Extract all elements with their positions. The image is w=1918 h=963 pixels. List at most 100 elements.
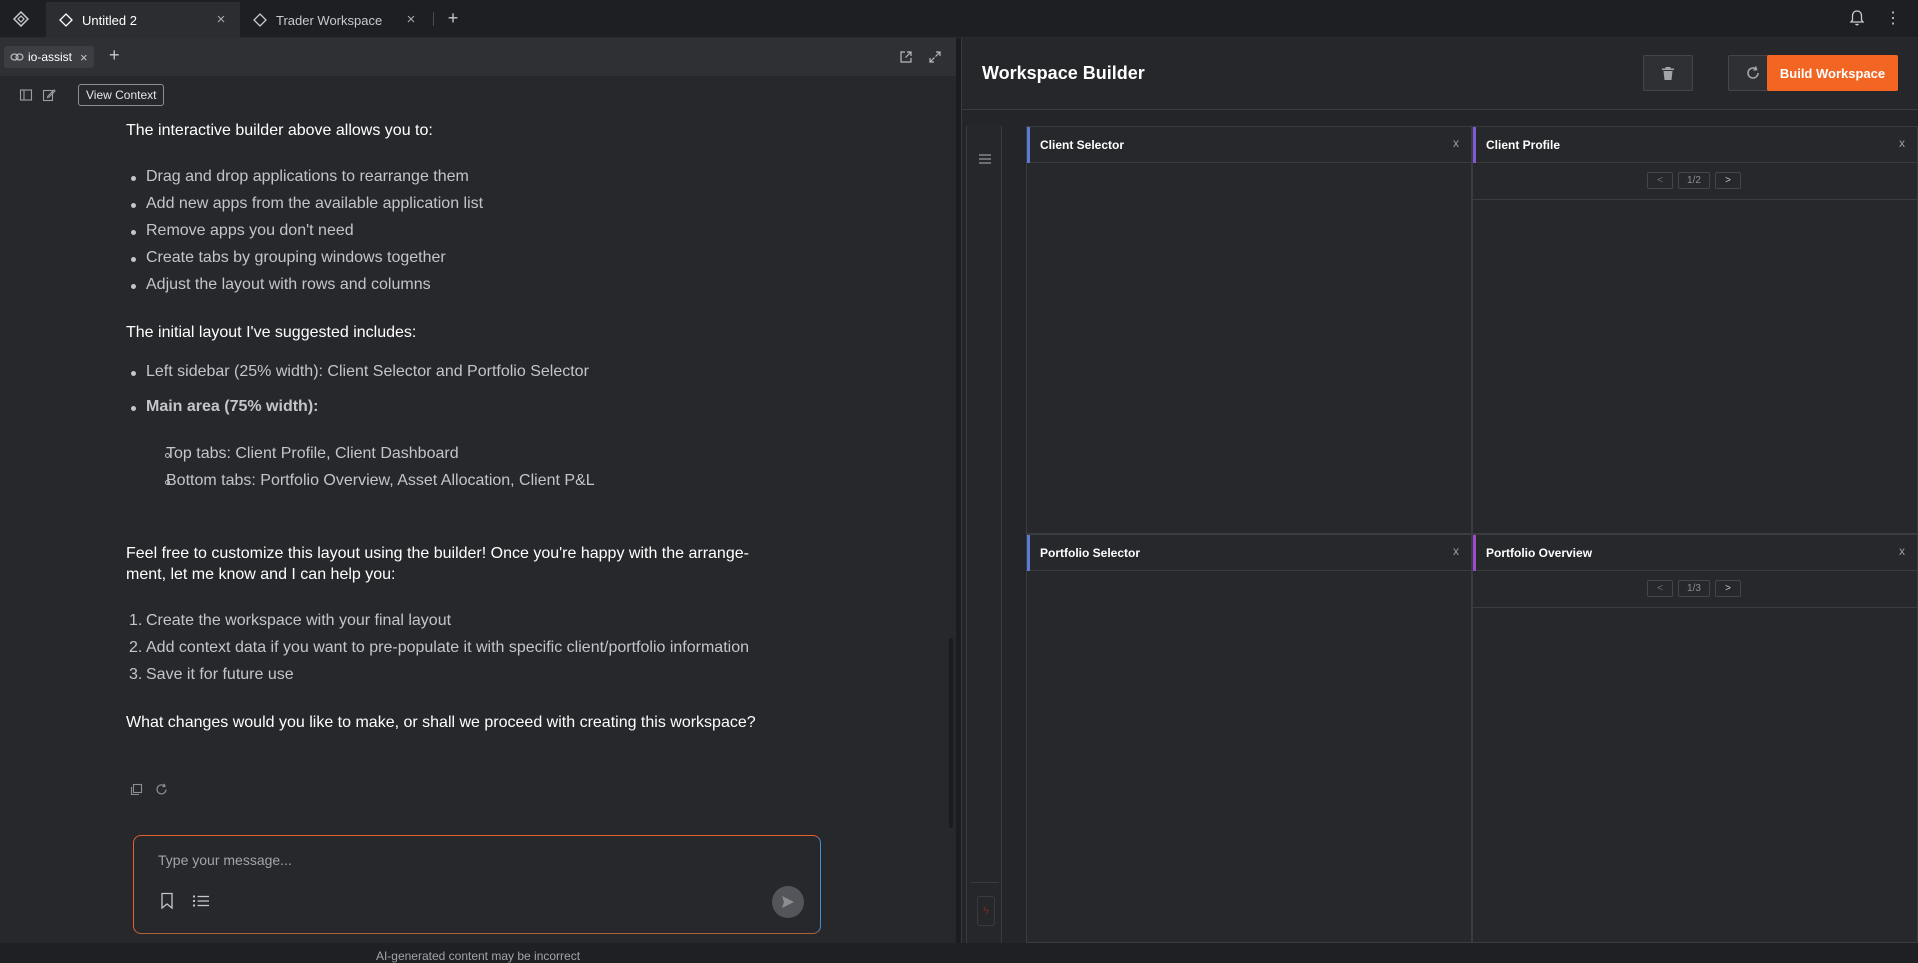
edit-icon[interactable] — [42, 88, 56, 102]
pager-next-button[interactable]: > — [1715, 172, 1741, 189]
window-title: Portfolio Selector — [1040, 546, 1141, 560]
pager-prev-button[interactable]: < — [1647, 172, 1673, 189]
window-client-profile[interactable]: Client Profile x < 1/2 > — [1472, 126, 1918, 534]
workspace-icon — [252, 12, 268, 28]
list-item: Top tabs: Client Profile, Client Dashboa… — [166, 445, 459, 462]
message-intro: The interactive builder above allows you… — [126, 122, 433, 139]
bell-icon[interactable] — [1848, 9, 1868, 29]
customize-line-1: Feel free to customize this layout using… — [126, 545, 749, 562]
window-accent — [1473, 535, 1476, 571]
menu-icon[interactable] — [978, 152, 992, 164]
send-icon — [782, 896, 794, 908]
window-accent — [1027, 535, 1030, 571]
close-window-button[interactable]: x — [1899, 136, 1905, 150]
app-logo-icon[interactable] — [10, 10, 32, 28]
window-title: Portfolio Overview — [1486, 546, 1593, 560]
bullet — [131, 176, 136, 181]
window-header[interactable]: Portfolio Overview x — [1473, 535, 1917, 571]
send-button[interactable] — [772, 886, 804, 918]
message-composer: Type your message... — [133, 835, 821, 934]
build-workspace-button[interactable]: Build Workspace — [1767, 55, 1898, 91]
list-item: Remove apps you don't need — [146, 222, 354, 239]
window-header[interactable]: Client Profile x — [1473, 127, 1917, 163]
tab-trader-workspace[interactable]: Trader Workspace × — [240, 2, 430, 38]
bullet — [131, 257, 136, 262]
closing-question: What changes would you like to make, or … — [126, 714, 756, 731]
add-assistant-button[interactable]: + — [109, 45, 120, 66]
chat-panel: io-assist × + View Context The interacti… — [0, 38, 956, 963]
bullet — [131, 284, 136, 289]
assistant-chip-label: io-assist — [28, 50, 73, 64]
close-window-button[interactable]: x — [1453, 544, 1459, 558]
scrollbar[interactable] — [949, 638, 953, 828]
tab-untitled-2[interactable]: Untitled 2 × — [46, 2, 240, 38]
workspace-builder-panel: Workspace Builder Build Workspace ϟ Clie… — [961, 38, 1918, 943]
bullet — [131, 230, 136, 235]
list-item: Left sidebar (25% width): Client Selecto… — [146, 363, 589, 380]
view-context-button[interactable]: View Context — [78, 84, 165, 106]
list-item: Drag and drop applications to rearrange … — [146, 168, 469, 185]
window-accent — [1027, 127, 1030, 163]
tab-label: Trader Workspace — [276, 12, 383, 28]
lightning-icon[interactable]: ϟ — [977, 896, 995, 926]
window-header[interactable]: Client Selector x — [1027, 127, 1471, 163]
layout-intro: The initial layout I've suggested includ… — [126, 324, 417, 341]
pager-label: 1/2 — [1678, 172, 1710, 189]
trash-icon — [1662, 67, 1674, 80]
close-window-button[interactable]: x — [1453, 136, 1459, 150]
bullet — [131, 203, 136, 208]
new-tab-button[interactable]: + — [443, 8, 463, 30]
window-portfolio-overview[interactable]: Portfolio Overview x < 1/3 > — [1472, 534, 1918, 943]
list-item: Create the workspace with your final lay… — [146, 612, 452, 629]
popout-icon[interactable] — [899, 50, 913, 64]
list-number: 3. — [129, 666, 143, 683]
tab-divider — [433, 12, 434, 26]
ai-disclaimer: AI-generated content may be incorrect — [375, 949, 581, 963]
window-client-selector[interactable]: Client Selector x — [1026, 126, 1472, 534]
list-number: 2. — [129, 639, 143, 656]
window-header[interactable]: Portfolio Selector x — [1027, 535, 1471, 571]
expand-icon[interactable] — [928, 50, 942, 64]
list-item: Add context data if you want to pre-popu… — [146, 639, 749, 656]
link-icon — [10, 51, 24, 63]
bullet — [131, 406, 136, 411]
builder-sidebar: ϟ — [966, 126, 1002, 943]
customize-line-2: ment, let me know and I can help you: — [126, 566, 396, 583]
sidebar-toggle-icon[interactable] — [19, 88, 33, 102]
list-item: Adjust the layout with rows and columns — [146, 276, 431, 293]
chat-toolbar: View Context — [0, 84, 956, 106]
window-portfolio-selector[interactable]: Portfolio Selector x — [1026, 534, 1472, 943]
bullet — [131, 371, 136, 376]
list-icon[interactable] — [192, 894, 210, 908]
copy-icon[interactable] — [130, 783, 143, 796]
list-item: Save it for future use — [146, 666, 294, 683]
delete-button[interactable] — [1643, 55, 1693, 91]
list-item: Bottom tabs: Portfolio Overview, Asset A… — [166, 472, 595, 489]
tab-pager: < 1/2 > — [1473, 163, 1917, 200]
assistant-chip[interactable]: io-assist × — [4, 46, 94, 68]
pager-next-button[interactable]: > — [1715, 580, 1741, 597]
tab-pager: < 1/3 > — [1473, 571, 1917, 608]
builder-header: Workspace Builder Build Workspace — [962, 38, 1918, 110]
close-icon[interactable]: × — [214, 12, 228, 27]
list-item-main-area: Main area (75% width): — [146, 398, 319, 415]
window-title: Client Profile — [1486, 138, 1561, 152]
list-item: Create tabs by grouping windows together — [146, 249, 446, 266]
close-icon[interactable]: × — [80, 50, 88, 65]
bookmark-icon[interactable] — [160, 892, 174, 910]
regenerate-icon[interactable] — [155, 783, 168, 796]
window-title: Client Selector — [1040, 138, 1125, 152]
list-item: Add new apps from the available applicat… — [146, 195, 484, 212]
refresh-icon — [1747, 66, 1759, 79]
tab-label: Untitled 2 — [82, 12, 137, 28]
close-window-button[interactable]: x — [1899, 544, 1905, 558]
browser-tab-bar: Untitled 2 × Trader Workspace × + ⋮ — [0, 0, 1918, 38]
workspace-icon — [58, 12, 74, 28]
pager-label: 1/3 — [1678, 580, 1710, 597]
close-icon[interactable]: × — [404, 12, 418, 27]
page-title: Workspace Builder — [982, 63, 1145, 83]
more-options-icon[interactable]: ⋮ — [1885, 9, 1901, 29]
sidebar-divider — [971, 882, 999, 883]
message-input[interactable]: Type your message... — [158, 852, 758, 868]
pager-prev-button[interactable]: < — [1647, 580, 1673, 597]
